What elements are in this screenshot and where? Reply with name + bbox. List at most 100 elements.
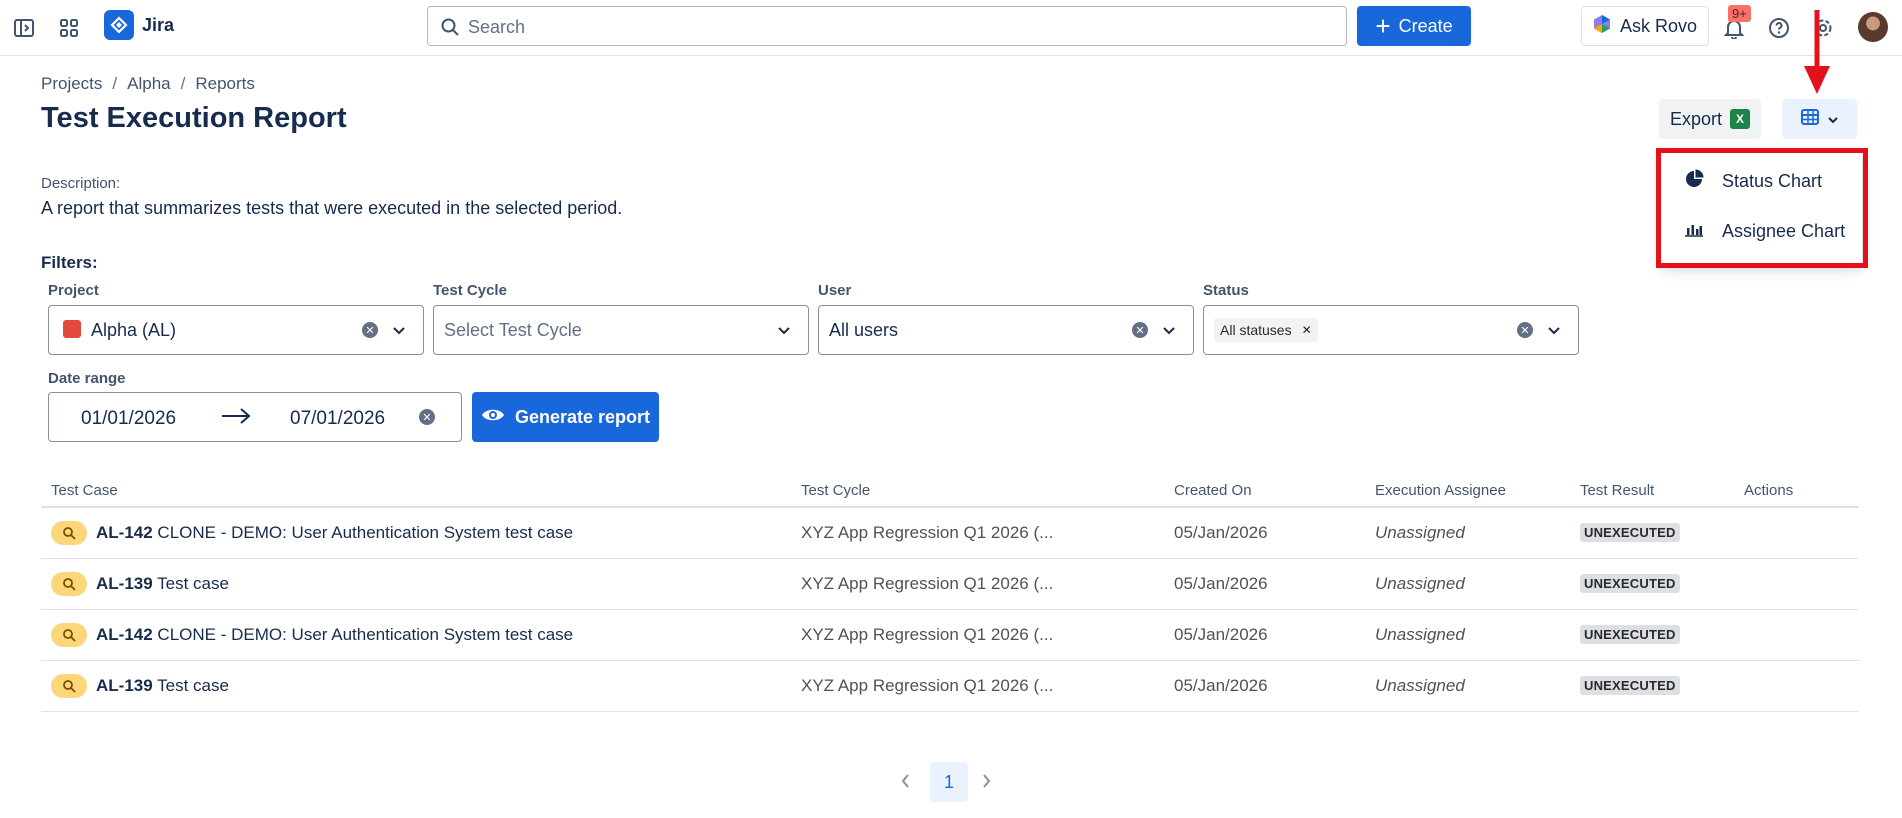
assignee-cell: Unassigned: [1375, 625, 1465, 644]
test-case-key[interactable]: AL-142: [96, 523, 153, 542]
chevron-down-icon[interactable]: [392, 320, 406, 345]
column-header-test-cycle[interactable]: Test Cycle: [801, 482, 870, 499]
ask-rovo-button[interactable]: Ask Rovo: [1581, 6, 1709, 46]
excel-icon: X: [1730, 109, 1751, 129]
status-select[interactable]: All statuses ✕ ✕: [1203, 305, 1579, 355]
filters-heading: Filters:: [41, 253, 98, 272]
test-cycle-cell[interactable]: XYZ App Regression Q1 2026 (...: [801, 523, 1053, 543]
created-on-cell: 05/Jan/2026: [1174, 523, 1268, 542]
plus-icon: +: [1375, 11, 1391, 41]
chevron-down-icon: [1827, 109, 1839, 129]
chevron-down-icon[interactable]: [1162, 320, 1176, 345]
test-case-name[interactable]: CLONE - DEMO: User Authentication System…: [157, 625, 573, 644]
status-tag-label: All statuses: [1220, 322, 1292, 338]
test-case-search-icon: [51, 674, 87, 698]
jira-logo-icon[interactable]: [104, 10, 134, 40]
assignee-cell: Unassigned: [1375, 574, 1465, 593]
description-label: Description:: [41, 175, 121, 192]
user-filter-label: User: [818, 282, 852, 299]
column-header-execution-assignee[interactable]: Execution Assignee: [1375, 482, 1506, 499]
column-header-test-case[interactable]: Test Case: [51, 482, 118, 499]
search-input[interactable]: Search: [427, 6, 1347, 46]
test-case-name[interactable]: CLONE - DEMO: User Authentication System…: [157, 523, 573, 542]
project-icon: [63, 320, 81, 338]
generate-report-label: Generate report: [514, 406, 651, 427]
app-name[interactable]: Jira: [142, 15, 174, 36]
test-case-key[interactable]: AL-142: [96, 625, 153, 644]
breadcrumb-alpha[interactable]: Alpha: [127, 74, 170, 94]
status-tag: All statuses ✕: [1214, 318, 1318, 342]
clear-icon[interactable]: ✕: [362, 322, 378, 338]
table-header-row: Test Case Test Cycle Created On Executio…: [41, 478, 1859, 508]
notifications-count-badge: 9+: [1728, 5, 1751, 22]
arrow-right-icon: [221, 406, 251, 431]
clear-icon[interactable]: ✕: [419, 409, 435, 425]
test-cycle-placeholder: Select Test Cycle: [444, 320, 582, 340]
test-result-badge: UNEXECUTED: [1580, 523, 1680, 542]
description-text: A report that summarizes tests that were…: [41, 198, 623, 218]
clear-icon[interactable]: ✕: [1517, 322, 1533, 338]
app-switcher-icon[interactable]: [55, 14, 83, 42]
breadcrumb: Projects / Alpha / Reports: [41, 74, 255, 94]
date-from-input[interactable]: 01/01/2026: [81, 408, 176, 430]
table-row[interactable]: AL-139 Test case XYZ App Regression Q1 2…: [41, 559, 1859, 610]
table-row[interactable]: AL-139 Test case XYZ App Regression Q1 2…: [41, 661, 1859, 712]
created-on-cell: 05/Jan/2026: [1174, 574, 1268, 593]
pagination-page-button[interactable]: 1: [930, 762, 968, 802]
table-row[interactable]: AL-142 CLONE - DEMO: User Authentication…: [41, 508, 1859, 559]
test-case-search-icon: [51, 623, 87, 647]
breadcrumb-reports[interactable]: Reports: [195, 74, 255, 94]
test-case-key[interactable]: AL-139: [96, 676, 153, 695]
test-cycle-select[interactable]: Select Test Cycle: [433, 305, 809, 355]
test-cycle-cell[interactable]: XYZ App Regression Q1 2026 (...: [801, 676, 1053, 696]
test-result-badge: UNEXECUTED: [1580, 625, 1680, 644]
export-button-label: Export: [1669, 108, 1723, 129]
create-button-label: Create: [1398, 15, 1453, 36]
column-header-test-result[interactable]: Test Result: [1580, 482, 1654, 499]
project-select-value: Alpha (AL): [91, 320, 177, 340]
remove-tag-icon[interactable]: ✕: [1302, 323, 1312, 337]
create-button[interactable]: + Create: [1357, 6, 1471, 46]
chevron-left-icon[interactable]: [900, 772, 912, 795]
date-to-input[interactable]: 07/01/2026: [290, 408, 385, 430]
page-title: Test Execution Report: [41, 102, 347, 134]
ask-rovo-label: Ask Rovo: [1620, 15, 1698, 36]
test-result-badge: UNEXECUTED: [1580, 574, 1680, 593]
chevron-down-icon[interactable]: [777, 320, 791, 345]
generate-report-button[interactable]: Generate report: [472, 392, 659, 442]
created-on-cell: 05/Jan/2026: [1174, 625, 1268, 644]
test-case-key[interactable]: AL-139: [96, 574, 153, 593]
clear-icon[interactable]: ✕: [1132, 322, 1148, 338]
assignee-cell: Unassigned: [1375, 676, 1465, 695]
breadcrumb-projects[interactable]: Projects: [41, 74, 102, 94]
view-selector-button[interactable]: [1782, 99, 1857, 139]
chevron-right-icon[interactable]: [980, 772, 992, 795]
test-case-name[interactable]: Test case: [157, 676, 229, 695]
search-placeholder: Search: [468, 17, 526, 37]
help-icon[interactable]: [1765, 14, 1793, 42]
status-filter-label: Status: [1203, 282, 1249, 299]
table-row[interactable]: AL-142 CLONE - DEMO: User Authentication…: [41, 610, 1859, 661]
chevron-down-icon[interactable]: [1547, 320, 1561, 345]
assignee-cell: Unassigned: [1375, 523, 1465, 542]
export-button[interactable]: Export X: [1659, 99, 1761, 139]
rovo-icon: [1592, 14, 1612, 39]
breadcrumb-separator: /: [180, 74, 186, 93]
column-header-created-on[interactable]: Created On: [1174, 482, 1252, 499]
user-select[interactable]: All users ✕: [818, 305, 1194, 355]
project-select[interactable]: Alpha (AL) ✕: [48, 305, 424, 355]
user-avatar[interactable]: [1858, 12, 1888, 42]
date-range-picker[interactable]: 01/01/2026 07/01/2026 ✕: [48, 392, 462, 442]
test-case-search-icon: [51, 572, 87, 596]
sidebar-toggle-icon[interactable]: [10, 14, 38, 42]
breadcrumb-separator: /: [112, 74, 118, 93]
test-cycle-filter-label: Test Cycle: [433, 282, 507, 299]
project-filter-label: Project: [48, 282, 99, 299]
annotation-arrow-icon: [1804, 10, 1830, 94]
user-select-value: All users: [829, 320, 899, 340]
test-case-name[interactable]: Test case: [157, 574, 229, 593]
column-header-actions: Actions: [1744, 482, 1794, 499]
test-cycle-cell[interactable]: XYZ App Regression Q1 2026 (...: [801, 574, 1053, 594]
table-view-icon: [1800, 108, 1819, 130]
test-cycle-cell[interactable]: XYZ App Regression Q1 2026 (...: [801, 625, 1053, 645]
